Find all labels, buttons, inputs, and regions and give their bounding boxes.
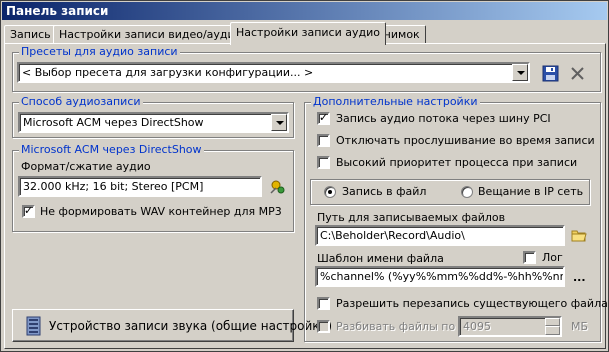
tab-video-audio-settings[interactable]: Настройки записи видео/аудио: [53, 25, 248, 44]
log-checkbox[interactable]: [523, 251, 536, 264]
tab-audio-settings[interactable]: Настройки записи аудио: [230, 22, 386, 45]
output-mode-box: Запись в файл Вещание в IP сеть: [310, 179, 590, 205]
recording-panel-window: Панель записи Запись Настройки записи ви…: [0, 0, 609, 352]
split-files-label: Разбивать файлы по: [336, 320, 456, 333]
audio-method-dropdown-button[interactable]: [271, 114, 287, 131]
pci-label: Запись аудио потока через шину PCI: [336, 112, 551, 125]
record-to-file-radio[interactable]: [324, 186, 336, 198]
high-priority-checkbox[interactable]: [317, 156, 330, 169]
no-wav-container-checkbox[interactable]: [22, 204, 35, 218]
preset-select-value: < Выбор пресета для загрузки конфигураци…: [22, 66, 314, 79]
window-title: Панель записи: [2, 2, 607, 20]
audio-method-group-title: Способ аудиозаписи: [19, 95, 143, 109]
split-size-down-button[interactable]: [545, 326, 560, 335]
audio-method-select[interactable]: Microsoft ACM через DirectShow: [18, 112, 289, 133]
split-size-value: 4095: [463, 320, 491, 333]
recording-device-button[interactable]: Устройство записи звука (общие настройки…: [12, 309, 332, 342]
format-field[interactable]: 32.000 kHz; 16 bit; Stereo [PCM]: [18, 176, 262, 197]
disable-listen-label: Отключать прослушивание во время записи: [336, 134, 595, 147]
no-wav-container-label: Не формировать WAV контейнер для MP3: [40, 205, 282, 218]
presets-group: Пресеты для аудио записи < Выбор пресета…: [12, 45, 601, 92]
extra-settings-group-title: Дополнительные настройки: [311, 95, 480, 109]
preset-dropdown-button[interactable]: [512, 64, 528, 81]
log-label: Лог: [542, 251, 563, 264]
preset-select[interactable]: < Выбор пресета для загрузки конфигураци…: [17, 62, 530, 83]
acm-group-title: Microsoft ACM через DirectShow: [19, 143, 204, 157]
path-label: Путь для записываемых файлов: [317, 211, 506, 224]
path-value: C:\Beholder\Record\Audio\: [320, 229, 465, 242]
presets-group-title: Пресеты для аудио записи: [19, 45, 180, 59]
close-icon[interactable]: [569, 65, 586, 82]
overwrite-label: Разрешить перезапись существующего файла: [336, 297, 608, 310]
tab-bar: Запись Настройки записи видео/аудио Наст…: [1, 22, 609, 45]
template-browse-button[interactable]: ...: [573, 271, 586, 285]
template-value: %channel% (%yy%%mm%%dd%-%hh%%nn%: [320, 270, 565, 283]
extra-settings-group: Дополнительные настройки Запись аудио по…: [304, 95, 608, 342]
audio-method-value: Microsoft ACM через DirectShow: [23, 116, 204, 129]
split-size-up-button[interactable]: [545, 318, 560, 326]
pci-checkbox[interactable]: [317, 111, 330, 125]
disable-listen-checkbox[interactable]: [317, 134, 330, 147]
audio-method-group: Способ аудиозаписи Microsoft ACM через D…: [12, 95, 294, 138]
dropper-settings-icon[interactable]: [269, 179, 287, 195]
split-files-checkbox[interactable]: [317, 320, 330, 333]
split-unit-label: МБ: [571, 320, 589, 333]
split-size-spinner[interactable]: 4095: [458, 316, 562, 337]
ip-broadcast-radio[interactable]: [461, 186, 473, 198]
high-priority-label: Высокий приоритет процесса при записи: [336, 156, 578, 169]
audio-settings-panel: Пресеты для аудио записи < Выбор пресета…: [4, 43, 608, 349]
folder-icon[interactable]: [571, 228, 587, 242]
format-label: Формат/сжатие аудио: [21, 160, 151, 173]
device-icon: [26, 316, 41, 336]
tab-record[interactable]: Запись: [4, 25, 57, 44]
save-icon[interactable]: [542, 65, 560, 82]
overwrite-checkbox[interactable]: [317, 297, 330, 310]
path-field[interactable]: C:\Beholder\Record\Audio\: [315, 225, 565, 246]
template-label: Шаблон имени файла: [317, 252, 444, 265]
record-to-file-label: Запись в файл: [342, 185, 427, 198]
template-field[interactable]: %channel% (%yy%%mm%%dd%-%hh%%nn%: [315, 266, 565, 287]
format-value: 32.000 kHz; 16 bit; Stereo [PCM]: [23, 180, 204, 193]
recording-device-button-label: Устройство записи звука (общие настройки…: [49, 319, 333, 333]
acm-group: Microsoft ACM через DirectShow Формат/сж…: [12, 143, 294, 232]
ip-broadcast-label: Вещание в IP сеть: [478, 185, 584, 198]
